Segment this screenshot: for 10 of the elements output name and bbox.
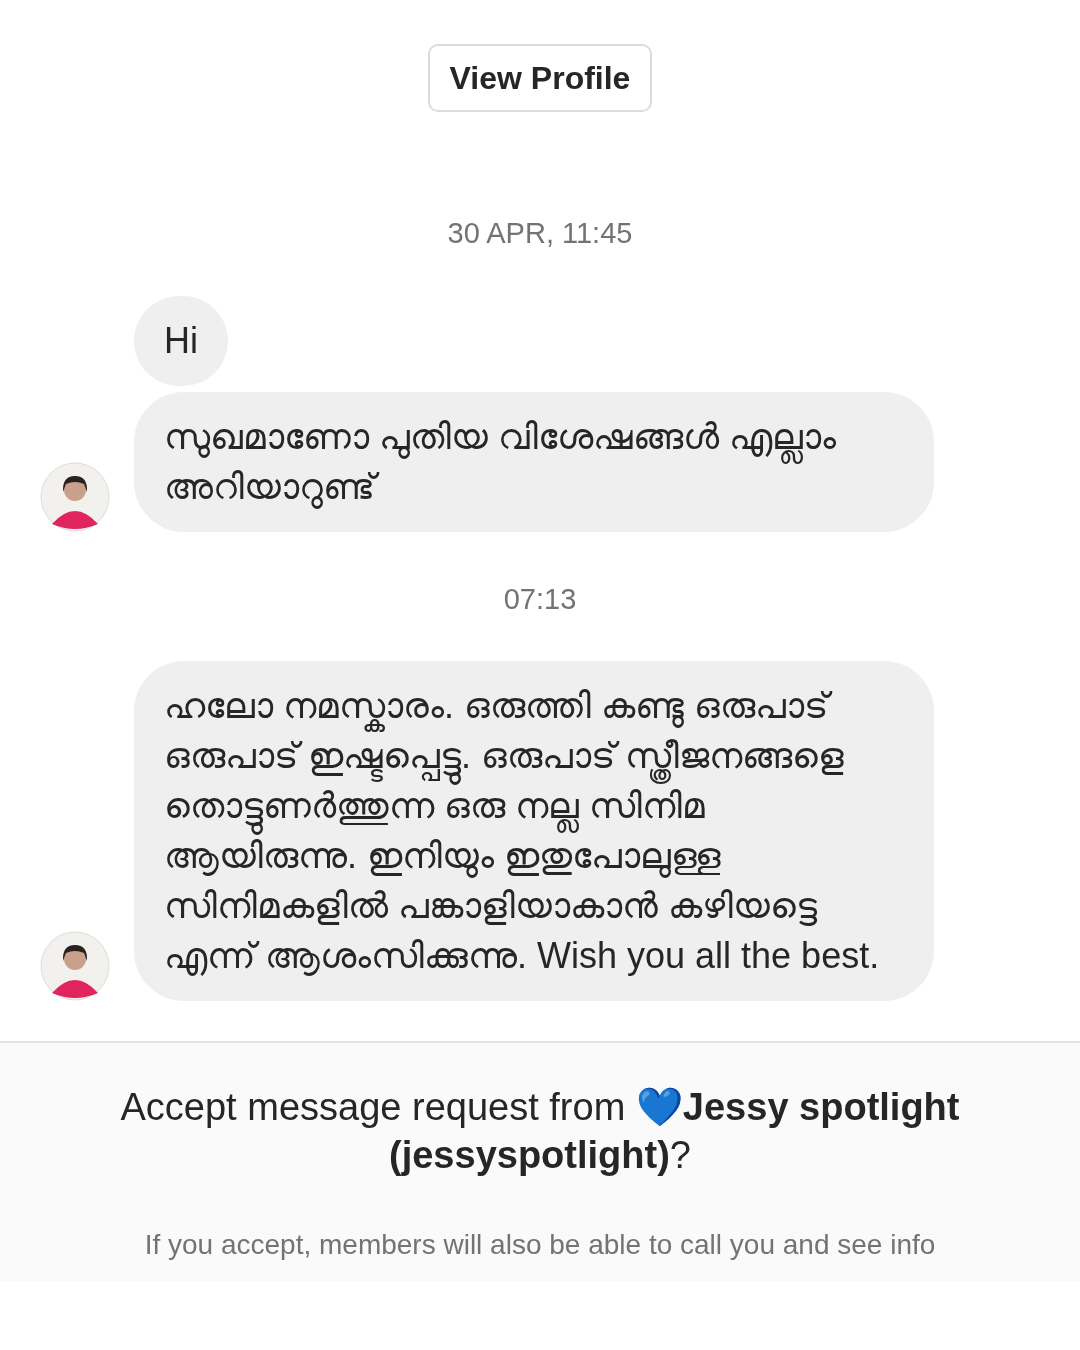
avatar — [40, 461, 110, 532]
request-info: If you accept, members will also be able to call you and see info — [143, 1228, 937, 1262]
message-bubble: സുഖമാണോ പുതിയ വിശേഷങ്ങൾ എല്ലാം അറിയാറുണ്ട് — [134, 391, 934, 532]
request-title: Accept message request from 💙Jessy spotlight (jessyspotlight)? — [119, 1085, 961, 1178]
message-bubble: ഹലോ നമസ്കാരം. ഒരുത്തി കണ്ടു ഒരുപാട് ഒരുപാട് ഇഷ്ടപ്പെട്ടു. ഒരുപാട് സ്ത്രീജനങ്ങളെ തൊട്ടുണർത്തുന്ന ഒരു നല്ല സിനിമ ആയിരുന്നു. ഇനിയും ഇതുപോലുള്ള സിനിമകളിൽ പങ്കാളിയാകാൻ കഴിയട്ടെ എന്ന് ആശംസിക്കുന്നു. Wish you all the best. — [134, 661, 934, 1001]
avatar — [40, 931, 110, 1001]
message-bubble: Hi — [134, 295, 228, 386]
view-profile-button[interactable]: View Profile — [427, 44, 653, 112]
timestamp: 07:13 — [502, 581, 578, 617]
timestamp: 30 APR, 11:45 — [446, 216, 634, 251]
